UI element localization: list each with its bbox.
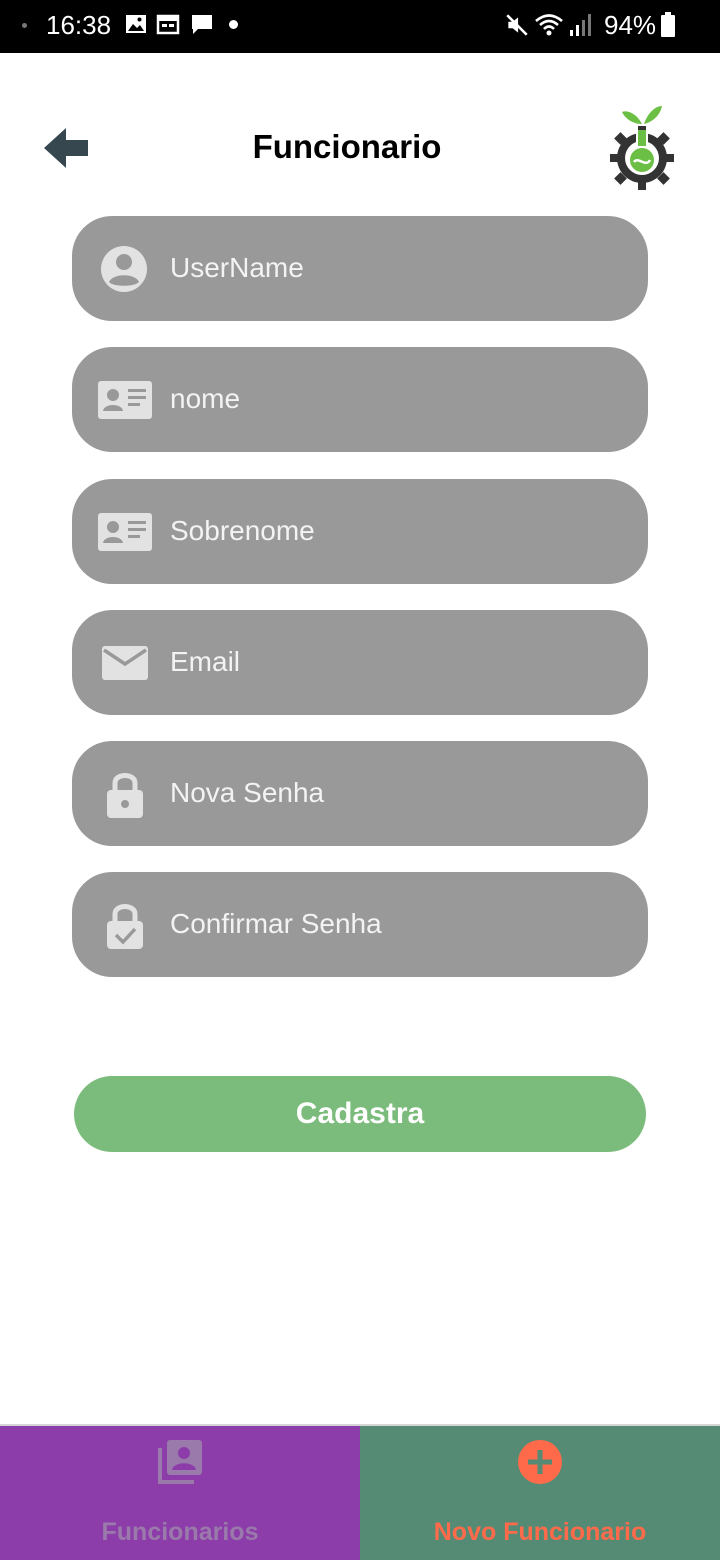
nav-tab-novo-funcionario[interactable]: Novo Funcionario — [360, 1426, 720, 1560]
sobrenome-placeholder: Sobrenome — [170, 515, 315, 546]
email-field[interactable]: Email — [72, 610, 648, 715]
email-placeholder: Email — [170, 646, 241, 677]
contacts-list-icon — [158, 1440, 202, 1484]
wifi-icon — [535, 14, 563, 36]
signal-icon — [570, 14, 591, 36]
nova-senha-field[interactable]: Nova Senha — [72, 741, 648, 846]
confirmar-senha-placeholder: Confirmar Senha — [170, 908, 382, 939]
username-field[interactable]: UserName — [72, 216, 648, 321]
gallery-icon — [126, 15, 146, 33]
nav-label-novo-funcionario: Novo Funcionario — [433, 1518, 647, 1546]
account-circle-icon — [101, 246, 147, 292]
nav-label-funcionarios: Funcionarios — [101, 1518, 259, 1546]
battery-icon — [661, 12, 675, 37]
status-dot — [22, 23, 27, 28]
confirmar-senha-field[interactable]: Confirmar Senha — [72, 872, 648, 977]
nova-senha-placeholder: Nova Senha — [170, 777, 325, 808]
mail-icon — [102, 646, 148, 680]
battery-percentage: 94% — [604, 10, 657, 40]
status-time: 16:38 — [46, 10, 112, 40]
mute-icon — [506, 14, 528, 36]
nav-tab-funcionarios[interactable]: Funcionarios — [0, 1426, 360, 1560]
calendar-icon — [156, 14, 180, 35]
gear-flask-logo — [610, 106, 674, 190]
id-card-icon — [98, 513, 152, 551]
lock-check-icon — [107, 904, 143, 949]
sobrenome-field[interactable]: Sobrenome — [72, 479, 648, 584]
nome-field[interactable]: nome — [72, 347, 648, 452]
notification-dot — [229, 20, 238, 29]
message-icon — [192, 15, 212, 34]
cadastra-button[interactable]: Cadastra — [74, 1076, 646, 1152]
page-title: Funcionario — [252, 128, 442, 165]
username-placeholder: UserName — [170, 252, 304, 283]
add-circle-icon — [518, 1440, 562, 1484]
bottom-nav: Funcionarios Novo Funcionario — [0, 1424, 720, 1560]
lock-icon — [107, 773, 143, 818]
status-bar: 16:38 94% — [0, 0, 720, 53]
id-card-icon — [98, 381, 152, 419]
nome-placeholder: nome — [170, 383, 241, 414]
